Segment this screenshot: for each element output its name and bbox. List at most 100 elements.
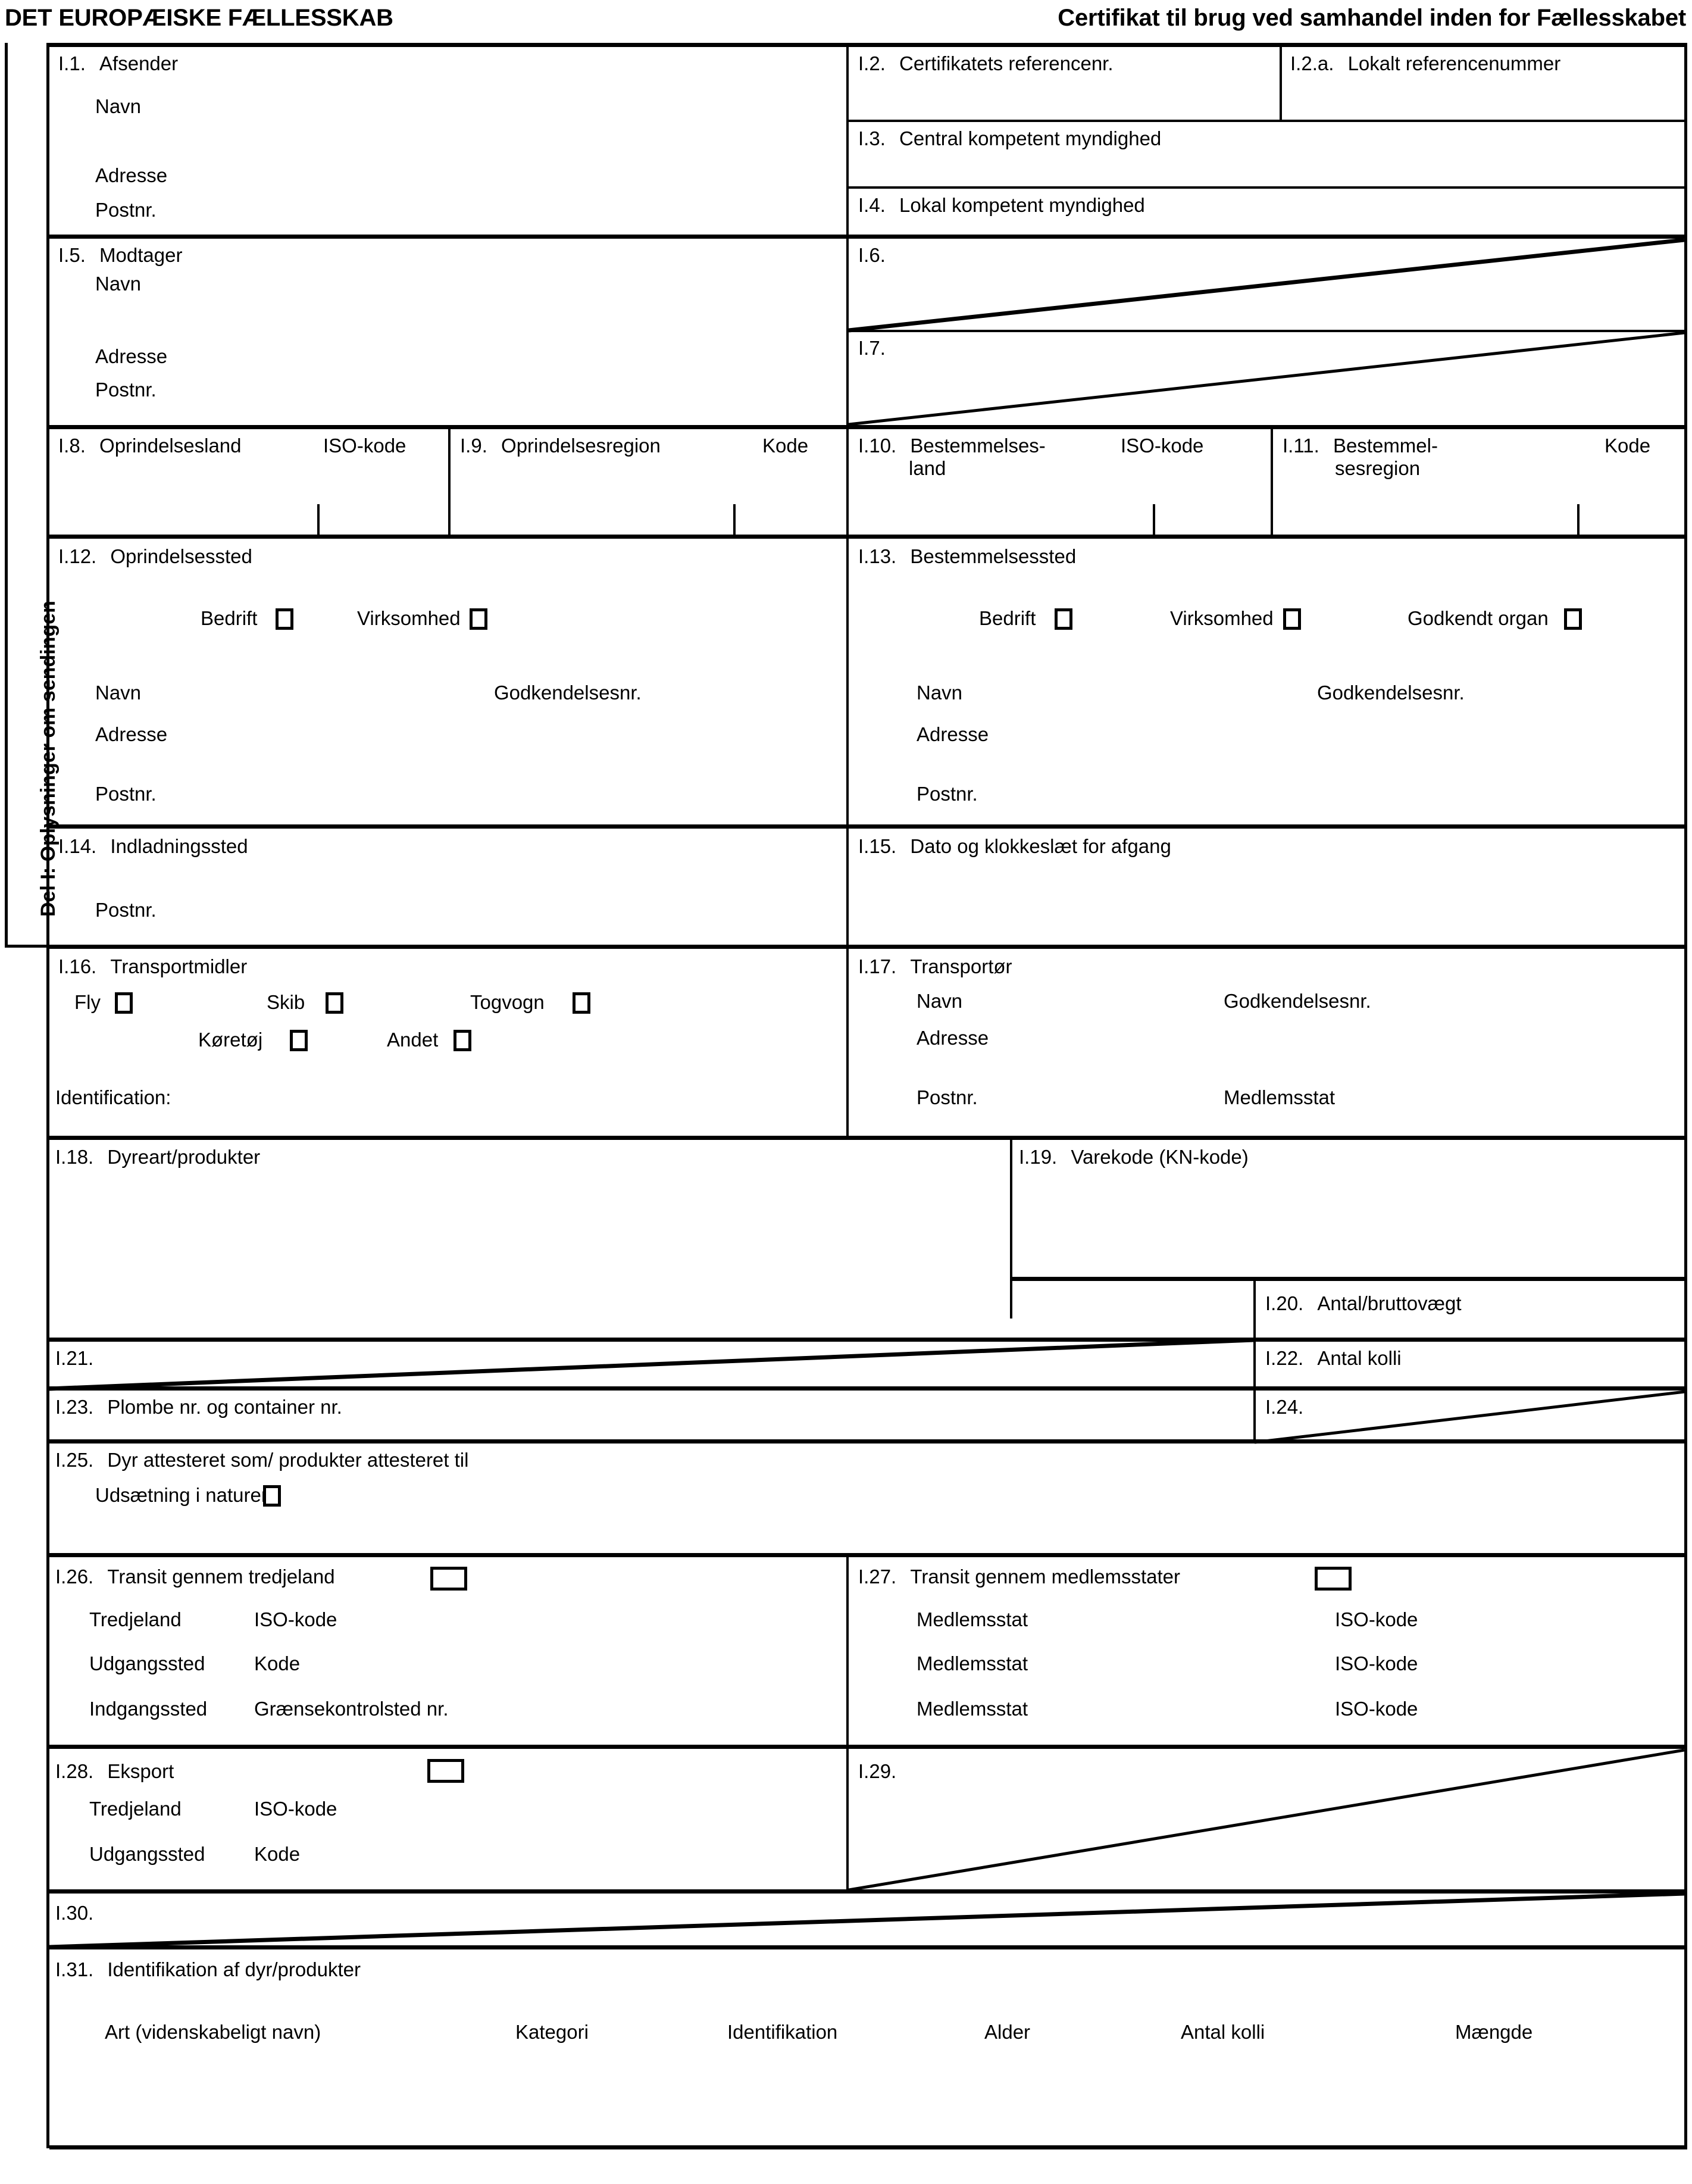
box-i27-iso-kode-2: ISO-kode bbox=[1335, 1652, 1418, 1674]
box-i28-label: I.28. Eksport bbox=[55, 1760, 174, 1783]
page-bottom-border bbox=[49, 2145, 1687, 2149]
box-i16-andet-checkbox[interactable] bbox=[454, 1030, 471, 1051]
box-i15-title: Dato og klokkeslæt for afgang bbox=[910, 835, 1171, 857]
box-i1-postnr: Postnr. bbox=[95, 199, 157, 221]
box-i14-number: I.14. bbox=[58, 835, 97, 857]
box-i1-label: I.1. Afsender bbox=[58, 52, 178, 76]
box-i14-postnr: Postnr. bbox=[95, 899, 157, 921]
box-i22-number: I.22. bbox=[1265, 1347, 1304, 1369]
box-i12-label: I.12. Oprindelsessted bbox=[58, 545, 252, 568]
i8-iso-divider bbox=[317, 504, 320, 536]
box-i31-number: I.31. bbox=[55, 1958, 94, 1980]
box-i2a-title: Lokalt referencenummer bbox=[1347, 52, 1561, 74]
box-i5-number: I.5. bbox=[58, 244, 86, 266]
box-i31-column-maengde: Mængde bbox=[1455, 2021, 1533, 2043]
box-i15-label: I.15. Dato og klokkeslæt for afgang bbox=[858, 835, 1171, 858]
box-i25-udsaetning-label: Udsætning i naturen bbox=[95, 1484, 273, 1506]
box-i11-title: Bestemmel- bbox=[1333, 435, 1438, 457]
box-i10-iso-kode: ISO-kode bbox=[1121, 435, 1204, 457]
i30-bottom-border bbox=[49, 1945, 1687, 1949]
box-i11-label: I.11. Bestemmel- bbox=[1283, 435, 1438, 458]
box-i17-number: I.17. bbox=[858, 955, 897, 977]
box-i28-checkbox[interactable] bbox=[427, 1759, 464, 1783]
header-right-title: Certifikat til brug ved samhandel inden … bbox=[1058, 5, 1686, 31]
box-i27-iso-kode-3: ISO-kode bbox=[1335, 1698, 1418, 1720]
box-i25-udsaetning-checkbox[interactable] bbox=[263, 1485, 281, 1507]
box-i16-skib-checkbox[interactable] bbox=[326, 992, 343, 1014]
box-i18-title: Dyreart/produkter bbox=[107, 1146, 261, 1168]
box-i13-label: I.13. Bestemmelsessted bbox=[858, 545, 1076, 568]
box-i12-title: Oprindelsessted bbox=[110, 545, 252, 567]
i23-i24-bottom-border bbox=[49, 1439, 1687, 1443]
box-i22-title: Antal kolli bbox=[1317, 1347, 1402, 1369]
box-i5-navn: Navn bbox=[95, 273, 142, 295]
box-i13-virksomhed-label: Virksomhed bbox=[1170, 607, 1274, 629]
box-i31-column-kategori: Kategori bbox=[515, 2021, 589, 2043]
box-i16-togvogn-checkbox[interactable] bbox=[573, 992, 590, 1014]
box-i27-medlemsstat-1: Medlemsstat bbox=[917, 1608, 1028, 1630]
page-header: DET EUROPÆISKE FÆLLESSKAB Certifikat til… bbox=[0, 5, 1692, 40]
box-i27-iso-kode-1: ISO-kode bbox=[1335, 1608, 1418, 1630]
box-i26-title: Transit gennem tredjeland bbox=[107, 1566, 335, 1588]
box-i26-tredjeland: Tredjeland bbox=[89, 1608, 182, 1630]
box-i12-virksomhed-label: Virksomhed bbox=[357, 607, 461, 629]
box-i17-adresse: Adresse bbox=[917, 1027, 989, 1049]
box-i21-strike-line bbox=[49, 1338, 1255, 1391]
box-i28-number: I.28. bbox=[55, 1760, 94, 1782]
i16-i17-bottom-border bbox=[49, 1136, 1687, 1140]
box-i10-label: I.10. Bestemmelses- bbox=[858, 435, 1046, 458]
box-i2a-label: I.2.a. Lokalt referencenummer bbox=[1290, 52, 1560, 76]
box-i9-title: Oprindelsesregion bbox=[501, 435, 661, 457]
box-i13-bedrift-checkbox[interactable] bbox=[1055, 608, 1072, 630]
box-i26-checkbox[interactable] bbox=[430, 1567, 467, 1591]
box-i31-column-alder: Alder bbox=[984, 2021, 1031, 2043]
box-i27-medlemsstat-2: Medlemsstat bbox=[917, 1652, 1028, 1674]
box-i13-godkendt-organ-checkbox[interactable] bbox=[1564, 608, 1582, 630]
box-i16-identification-label: Identification: bbox=[55, 1086, 171, 1108]
box-i16-fly-checkbox[interactable] bbox=[115, 992, 133, 1014]
box-i13-navn: Navn bbox=[917, 682, 963, 704]
box-i9-label: I.9. Oprindelsesregion bbox=[460, 435, 661, 458]
box-i17-medlemsstat: Medlemsstat bbox=[1224, 1086, 1336, 1108]
box-i19-title: Varekode (KN-kode) bbox=[1071, 1146, 1249, 1168]
box-i13-virksomhed-checkbox[interactable] bbox=[1283, 608, 1301, 630]
box-i5-title: Modtager bbox=[99, 244, 183, 266]
box-i12-virksomhed-checkbox[interactable] bbox=[470, 608, 487, 630]
box-i25-title: Dyr attesteret som/ produkter attesteret… bbox=[107, 1449, 469, 1471]
box-i17-title: Transportør bbox=[910, 955, 1012, 977]
i2-bottom-border bbox=[849, 120, 1687, 122]
box-i10-number: I.10. bbox=[858, 435, 897, 457]
box-i6-strike-line bbox=[848, 238, 1685, 333]
box-i10-title: Bestemmelses- bbox=[910, 435, 1046, 457]
box-i8-title: Oprindelsesland bbox=[99, 435, 242, 457]
box-i12-bedrift-checkbox[interactable] bbox=[276, 608, 293, 630]
box-i28-tredjeland: Tredjeland bbox=[89, 1798, 182, 1820]
box-i29-strike-line bbox=[848, 1748, 1685, 1892]
box-i22-label: I.22. Antal kolli bbox=[1265, 1347, 1402, 1370]
sidebar-left-border bbox=[5, 43, 8, 948]
box-i8-number: I.8. bbox=[58, 435, 86, 457]
box-i13-godkendelsesnr: Godkendelsesnr. bbox=[1317, 682, 1465, 704]
box-i1-title: Afsender bbox=[99, 52, 179, 74]
box-i14-title: Indladningssted bbox=[110, 835, 248, 857]
box-i16-koeretoej-checkbox[interactable] bbox=[290, 1030, 308, 1051]
box-i20-label: I.20. Antal/bruttovægt bbox=[1265, 1292, 1462, 1316]
i10-i11-divider bbox=[1271, 429, 1273, 536]
box-i27-checkbox[interactable] bbox=[1315, 1567, 1352, 1591]
box-i23-number: I.23. bbox=[55, 1396, 94, 1418]
sidebar-bottom-border bbox=[5, 945, 49, 948]
box-i3-number: I.3. bbox=[858, 127, 886, 149]
box-i2-title: Certifikatets referencenr. bbox=[899, 52, 1114, 74]
box-i7-strike-line bbox=[848, 331, 1685, 426]
box-i31-column-antal-kolli: Antal kolli bbox=[1181, 2021, 1265, 2043]
i25-bottom-border bbox=[49, 1553, 1687, 1557]
i5-i7-bottom-border bbox=[49, 425, 1687, 429]
i18-i19-divider bbox=[1010, 1140, 1012, 1318]
box-i20-title: Antal/bruttovægt bbox=[1317, 1292, 1462, 1314]
i8-i9-divider bbox=[448, 429, 451, 536]
box-i26-kode: Kode bbox=[254, 1652, 301, 1674]
box-i18-label: I.18. Dyreart/produkter bbox=[55, 1146, 260, 1169]
box-i28-title: Eksport bbox=[107, 1760, 174, 1782]
box-i13-title: Bestemmelsessted bbox=[910, 545, 1077, 567]
box-i14-label: I.14. Indladningssted bbox=[58, 835, 248, 858]
